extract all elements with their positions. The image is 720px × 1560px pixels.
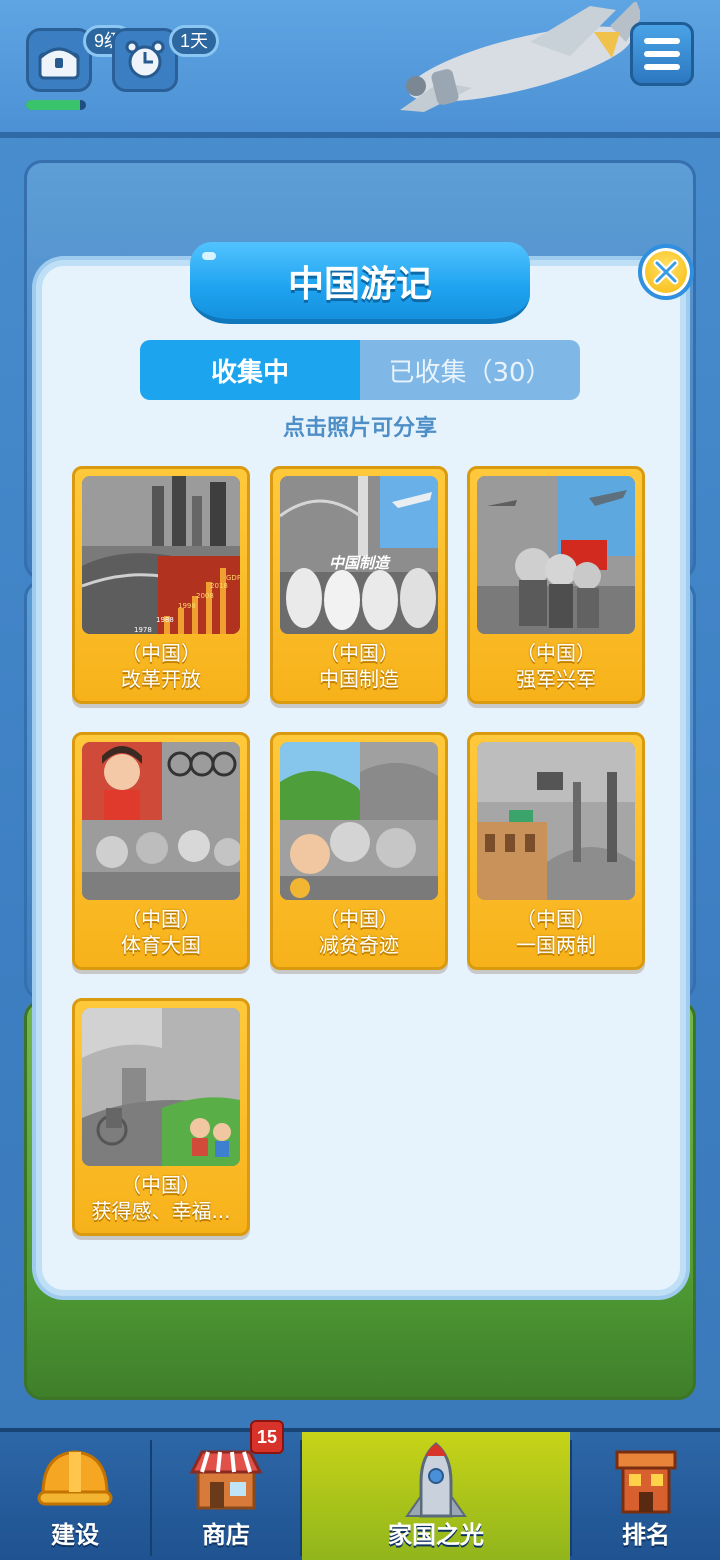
level-progress-bar: [26, 100, 86, 110]
alarm-clock-icon: [125, 40, 165, 79]
photo-card-strong-army[interactable]: （中国） 强军兴军: [467, 466, 645, 704]
shop-notification-badge: 15: [250, 1420, 284, 1454]
card-category: （中国）: [121, 1173, 201, 1197]
card-name: 中国制造: [319, 667, 399, 691]
card-name: 强军兴军: [516, 667, 596, 691]
photo-caption: 中国制造: [329, 554, 391, 572]
card-name: 改革开放: [121, 667, 201, 691]
photo-card-poverty-reduction[interactable]: （中国） 减贫奇迹: [270, 732, 448, 970]
photo-one-country-two-systems[interactable]: [477, 742, 635, 900]
share-hint: 点击照片可分享: [282, 416, 437, 441]
gdp-label: GDP: [226, 574, 240, 582]
year-label-1988: 1988: [156, 616, 174, 624]
photo-sports[interactable]: [82, 742, 240, 900]
level-button[interactable]: 9级: [26, 25, 133, 92]
days-button[interactable]: 1天: [112, 25, 219, 92]
card-name: 体育大国: [121, 933, 201, 957]
year-label-2018: 2018: [210, 582, 228, 590]
hamburger-menu-icon: [644, 38, 680, 44]
bottom-navigation: 建设 商店 家国之光 排名: [0, 1428, 720, 1560]
nav-label: 家国之光: [388, 1521, 484, 1549]
nav-build[interactable]: 建设: [0, 1432, 150, 1560]
modal-title: 中国游记: [190, 242, 530, 324]
photo-card-made-in-china[interactable]: 中国制造 （中国） 中国制造: [270, 466, 448, 704]
photo-happiness[interactable]: [82, 1008, 240, 1166]
card-name: 获得感、幸福...: [91, 1199, 231, 1223]
hard-hat-icon: [37, 1450, 113, 1506]
nav-label: 建设: [51, 1521, 99, 1549]
photo-poverty-reduction[interactable]: [280, 742, 438, 900]
nav-ranking[interactable]: 排名: [572, 1432, 720, 1560]
collection-tabs: 收集中 已收集（30）: [140, 340, 580, 400]
card-name: 一国两制: [516, 933, 596, 957]
card-category: （中国）: [121, 641, 201, 665]
close-icon: [653, 259, 679, 285]
menu-button[interactable]: [630, 22, 694, 86]
photo-card-happiness[interactable]: （中国） 获得感、幸福...: [72, 998, 250, 1236]
photo-reform[interactable]: 1978 1988 1998 2008 2018 GDP: [82, 476, 240, 634]
card-category: （中国）: [516, 641, 596, 665]
tab-collecting[interactable]: 收集中: [140, 340, 360, 400]
card-name: 减贫奇迹: [319, 933, 399, 957]
photo-made-in-china[interactable]: 中国制造: [280, 476, 438, 634]
year-label-1978: 1978: [134, 626, 152, 634]
nav-label: 排名: [622, 1521, 670, 1549]
card-category: （中国）: [121, 907, 201, 931]
level-progress-fill: [26, 100, 80, 110]
photo-card-sports[interactable]: （中国） 体育大国: [72, 732, 250, 970]
photo-card-reform[interactable]: 1978 1988 1998 2008 2018 GDP （中国） 改革开放: [72, 466, 250, 704]
photo-strong-army[interactable]: [477, 476, 635, 634]
card-category: （中国）: [516, 907, 596, 931]
nav-home-light[interactable]: 家国之光: [302, 1432, 570, 1560]
airplane-decoration: [400, 2, 640, 112]
nav-label: 商店: [202, 1521, 250, 1549]
treasure-chest-icon: [38, 47, 80, 80]
ranking-tower-icon: [615, 1450, 677, 1514]
year-label-1998: 1998: [178, 602, 196, 610]
year-label-2008: 2008: [196, 592, 214, 600]
photo-card-one-country-two-systems[interactable]: （中国） 一国两制: [467, 732, 645, 970]
tab-collected[interactable]: 已收集（30）: [360, 340, 580, 400]
card-category: （中国）: [319, 907, 399, 931]
days-badge: 1天: [168, 25, 219, 57]
top-bar: 9级 1天: [0, 0, 720, 138]
close-button[interactable]: [638, 244, 694, 300]
card-category: （中国）: [319, 641, 399, 665]
